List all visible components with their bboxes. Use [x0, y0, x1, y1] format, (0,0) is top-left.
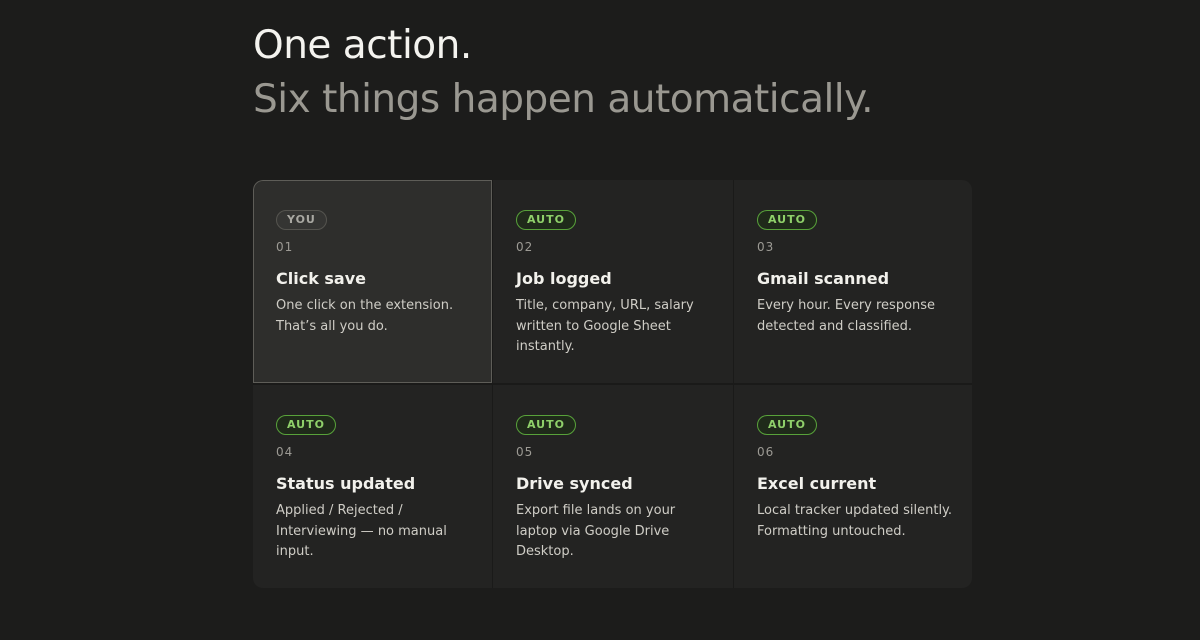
step-description: Local tracker updated silently. Formatti… [757, 503, 953, 539]
step-number: 03 [757, 240, 775, 254]
step-description: One click on the extension. That’s all y… [276, 298, 454, 334]
step-badge: AUTO [757, 415, 817, 435]
step-badge: AUTO [516, 210, 576, 230]
heading-line-2: Six things happen automatically. [253, 77, 874, 122]
heading-line-1: One action. [253, 23, 472, 68]
section-heading: One action. Six things happen automatica… [253, 20, 874, 128]
step-title: Excel current [757, 474, 877, 493]
step-number: 04 [276, 445, 294, 459]
step-card-click-save: YOU 01 Click save One click on the exten… [253, 180, 492, 383]
step-number: 05 [516, 445, 534, 459]
step-description: Export file lands on your laptop via Goo… [516, 503, 676, 559]
step-badge: AUTO [276, 415, 336, 435]
step-title: Status updated [276, 474, 416, 493]
step-card-drive-synced: AUTO 05 Drive synced Export file lands o… [493, 385, 733, 588]
step-card-status-updated: AUTO 04 Status updated Applied / Rejecte… [253, 385, 492, 588]
steps-grid: YOU 01 Click save One click on the exten… [253, 180, 972, 588]
step-number: 06 [757, 445, 775, 459]
step-description: Applied / Rejected / Interviewing — no m… [276, 503, 447, 559]
step-badge: YOU [276, 210, 327, 230]
step-title: Gmail scanned [757, 269, 890, 288]
step-card-gmail-scanned: AUTO 03 Gmail scanned Every hour. Every … [734, 180, 972, 383]
step-description: Title, company, URL, salary written to G… [516, 298, 694, 354]
step-title: Click save [276, 269, 367, 288]
step-badge: AUTO [516, 415, 576, 435]
step-card-job-logged: AUTO 02 Job logged Title, company, URL, … [493, 180, 733, 383]
step-number: 02 [516, 240, 534, 254]
page: One action. Six things happen automatica… [0, 0, 1200, 640]
step-description: Every hour. Every response detected and … [757, 298, 936, 334]
step-title: Drive synced [516, 474, 633, 493]
step-number: 01 [276, 240, 294, 254]
step-card-excel-current: AUTO 06 Excel current Local tracker upda… [734, 385, 972, 588]
step-title: Job logged [516, 269, 612, 288]
step-badge: AUTO [757, 210, 817, 230]
